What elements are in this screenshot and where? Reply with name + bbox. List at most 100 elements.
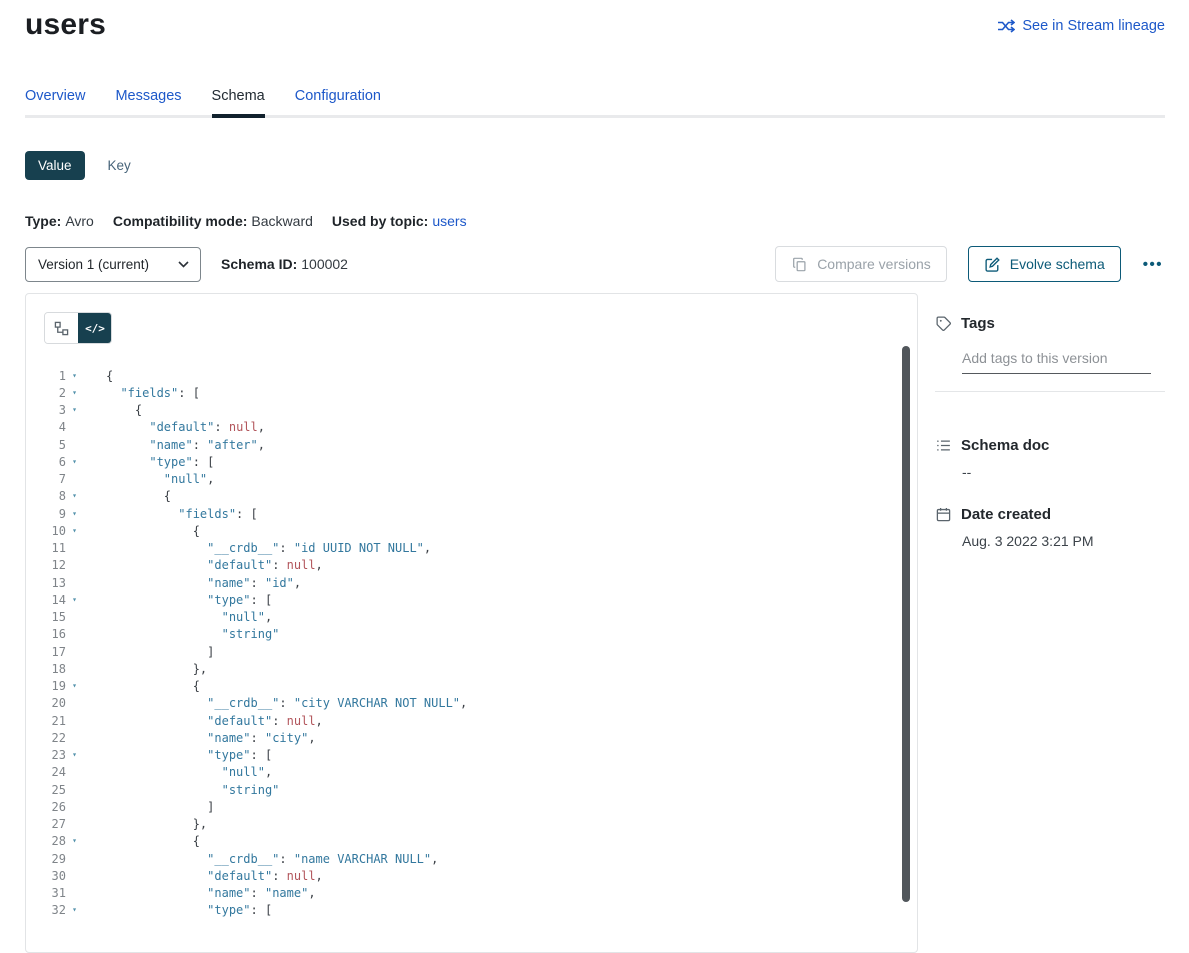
stream-lineage-label: See in Stream lineage [1022, 18, 1165, 34]
line-number: 17 [26, 645, 66, 659]
tree-view-button[interactable] [45, 313, 78, 343]
line-number: 29 [26, 852, 66, 866]
code-text: "default": null, [106, 420, 265, 434]
code-line: 11 "__crdb__": "id UUID NOT NULL", [26, 540, 917, 557]
line-number: 18 [26, 662, 66, 676]
line-number: 21 [26, 714, 66, 728]
fold-toggle-icon[interactable]: ▾ [66, 906, 83, 914]
add-tags-input[interactable] [962, 348, 1151, 374]
code-line: 22 "name": "city", [26, 729, 917, 746]
line-number: 6 [26, 455, 66, 469]
version-select[interactable]: Version 1 (current) [25, 247, 201, 282]
fold-toggle-icon[interactable]: ▾ [66, 682, 83, 690]
tab-schema[interactable]: Schema [212, 88, 265, 115]
value-toggle-button[interactable]: Value [25, 151, 85, 180]
version-bar: Version 1 (current) Schema ID:100002 Com… [25, 246, 1165, 282]
fold-toggle-icon[interactable]: ▾ [66, 492, 83, 500]
tab-configuration[interactable]: Configuration [295, 88, 381, 115]
line-number: 24 [26, 765, 66, 779]
line-number: 25 [26, 783, 66, 797]
fold-toggle-icon[interactable]: ▾ [66, 751, 83, 759]
compare-versions-icon [791, 256, 808, 273]
code-text: "null", [106, 472, 214, 486]
code-view-button[interactable]: </> [78, 313, 111, 343]
fold-toggle-icon[interactable]: ▾ [66, 510, 83, 518]
evolve-schema-icon [984, 256, 1001, 273]
date-created-section: Date created Aug. 3 2022 3:21 PM [935, 506, 1165, 549]
meta-compatibility-value: Backward [251, 213, 312, 229]
code-line: 3▾ { [26, 402, 917, 419]
tab-bar: Overview Messages Schema Configuration [25, 88, 1165, 118]
meta-compatibility: Compatibility mode:Backward [113, 213, 313, 229]
compare-versions-button[interactable]: Compare versions [775, 246, 947, 282]
line-number: 10 [26, 524, 66, 538]
tags-title: Tags [961, 315, 995, 332]
code-text: "string" [106, 627, 279, 641]
overflow-menu-button[interactable]: ••• [1141, 252, 1165, 277]
chevron-down-icon [178, 261, 189, 268]
schema-doc-title: Schema doc [961, 437, 1049, 454]
fold-toggle-icon[interactable]: ▾ [66, 596, 83, 604]
code-line: 29 "__crdb__": "name VARCHAR NULL", [26, 850, 917, 867]
fold-toggle-icon[interactable]: ▾ [66, 458, 83, 466]
document-list-icon [935, 437, 952, 454]
fold-toggle-icon[interactable]: ▾ [66, 837, 83, 845]
editor-scrollbar-thumb[interactable] [902, 346, 910, 902]
date-created-title: Date created [961, 506, 1051, 523]
line-number: 9 [26, 507, 66, 521]
tags-section: Tags [935, 315, 1165, 392]
code-line: 2▾ "fields": [ [26, 384, 917, 401]
code-text: ] [106, 645, 214, 659]
schema-id: Schema ID:100002 [221, 256, 348, 272]
code-text: "name": "name", [106, 886, 316, 900]
schema-id-label: Schema ID: [221, 256, 297, 272]
line-number: 28 [26, 834, 66, 848]
fold-toggle-icon[interactable]: ▾ [66, 389, 83, 397]
date-created-heading: Date created [935, 506, 1165, 523]
code-text: }, [106, 817, 207, 831]
line-number: 11 [26, 541, 66, 555]
code-text: { [106, 489, 171, 503]
tab-messages[interactable]: Messages [115, 88, 181, 115]
line-number: 22 [26, 731, 66, 745]
schema-doc-value: -- [962, 464, 1165, 480]
tab-overview[interactable]: Overview [25, 88, 85, 115]
serde-toggle: Value Key [25, 151, 1165, 180]
stream-lineage-link[interactable]: See in Stream lineage [997, 18, 1165, 34]
version-select-value: Version 1 (current) [38, 257, 149, 272]
line-number: 16 [26, 627, 66, 641]
stream-lineage-icon [997, 19, 1015, 33]
evolve-schema-button[interactable]: Evolve schema [968, 246, 1121, 282]
code-line: 16 "string" [26, 626, 917, 643]
meta-topic-label: Used by topic: [332, 213, 428, 229]
meta-topic: Used by topic:users [332, 213, 467, 229]
schema-meta: Type:Avro Compatibility mode:Backward Us… [25, 213, 1165, 229]
code-text: { [106, 403, 142, 417]
line-number: 7 [26, 472, 66, 486]
calendar-icon [935, 506, 952, 523]
line-number: 26 [26, 800, 66, 814]
schema-doc-section: Schema doc -- [935, 437, 1165, 480]
editor-toolbar: </> [26, 294, 917, 344]
code-text: "type": [ [106, 903, 272, 917]
line-number: 27 [26, 817, 66, 831]
key-toggle-button[interactable]: Key [104, 151, 135, 180]
fold-toggle-icon[interactable]: ▾ [66, 372, 83, 380]
schema-page: users See in Stream lineage Overview Mess… [0, 0, 1189, 953]
code-editor[interactable]: 1▾{2▾ "fields": [3▾ {4 "default": null,5… [26, 367, 917, 919]
code-line: 6▾ "type": [ [26, 453, 917, 470]
line-number: 3 [26, 403, 66, 417]
code-line: 15 "null", [26, 609, 917, 626]
code-text: "type": [ [106, 593, 272, 607]
meta-type-label: Type: [25, 213, 61, 229]
code-line: 4 "default": null, [26, 419, 917, 436]
tree-view-icon [54, 321, 69, 336]
evolve-schema-label: Evolve schema [1010, 256, 1105, 272]
code-line: 28▾ { [26, 833, 917, 850]
code-text: { [106, 679, 200, 693]
topic-link[interactable]: users [432, 213, 466, 229]
code-text: "fields": [ [106, 386, 200, 400]
fold-toggle-icon[interactable]: ▾ [66, 527, 83, 535]
fold-toggle-icon[interactable]: ▾ [66, 406, 83, 414]
code-text: "default": null, [106, 558, 323, 572]
